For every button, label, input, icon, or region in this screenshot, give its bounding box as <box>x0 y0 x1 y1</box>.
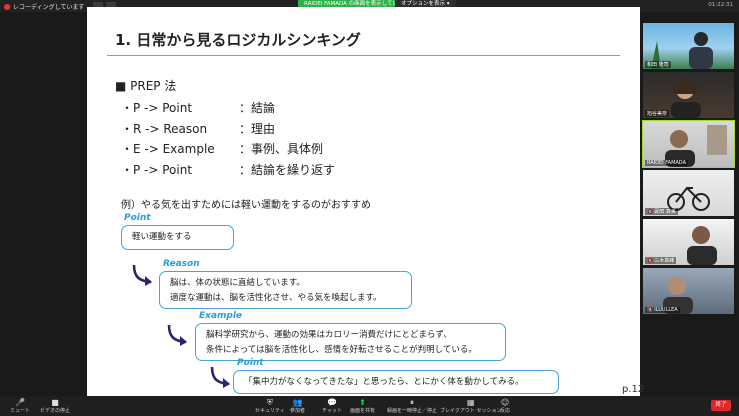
flow-arrow-icon <box>132 264 152 286</box>
flow-label-point-repeat: Point <box>237 358 264 368</box>
mute-button[interactable]: 🎤 ミュート <box>10 398 30 414</box>
shield-icon: ⛨ <box>266 397 273 407</box>
flow-box-point: 軽い運動をする <box>121 225 234 250</box>
chat-button[interactable]: 💬 チャット <box>322 398 342 414</box>
flow-box-reason: 脳は、体の状態に直結しています。 適度な運動は、脳を活性化させ、やる気を喚起しま… <box>159 271 412 309</box>
flow-box-example: 脳科学研究から、運動の効果はカロリー消費だけにとどまらず、 条件によっては脳を活… <box>195 323 506 361</box>
record-label: 録画を一時停止／停止 <box>387 408 438 414</box>
flow-label-example: Example <box>199 311 243 321</box>
title-divider <box>107 55 620 56</box>
example-title: 例）やる気を出すためには軽い運動をするのがおすすめ <box>121 200 371 211</box>
participant-tile[interactable]: 三木真峰 <box>643 219 734 265</box>
flow-label-point: Point <box>124 213 151 223</box>
breakout-grid-icon: ▦ <box>466 398 475 407</box>
video-camera-icon: ■ <box>51 398 59 407</box>
flow-text: 適度な運動は、脳を活性化させ、やる気を喚起します。 <box>170 293 382 303</box>
flow-text: 脳科学研究から、運動の効果はカロリー消費だけにとどまらず、 <box>206 330 452 340</box>
participant-tile[interactable]: ILUULLEA <box>643 268 734 314</box>
flow-text: 脳は、体の状態に直結しています。 <box>170 278 305 288</box>
flow-label-reason: Reason <box>163 259 200 269</box>
prep-term: ・P -> Point <box>121 101 193 115</box>
participant-tile[interactable]: 和田 隆司 <box>643 23 734 69</box>
record-pause-icon: ⏸ <box>410 397 414 407</box>
smiley-icon: ☺ <box>500 398 510 407</box>
participant-tile[interactable]: 武田 真美 <box>643 170 734 216</box>
stop-video-label: ビデオの停止 <box>40 408 71 414</box>
prep-term: ・R -> Reason <box>121 121 208 136</box>
participant-tile[interactable]: 旭谷美奈 <box>643 72 734 118</box>
security-label: セキュリティ <box>255 408 285 414</box>
meeting-timer: 01:22:31 <box>708 2 733 8</box>
meeting-toolbar: 🎤 ミュート ■ ビデオの停止 ⛨ セキュリティ 👥 参加者 💬 チャット ⬆ … <box>0 396 739 416</box>
chat-bubble-icon: 💬 <box>326 398 337 407</box>
prep-term: ・E -> Example <box>121 142 215 156</box>
prep-definition: ：結論 <box>239 101 276 115</box>
mute-label: ミュート <box>10 408 31 414</box>
reactions-label: 反応 <box>500 408 511 414</box>
end-meeting-button[interactable]: 終了 <box>711 400 731 411</box>
chat-label: チャット <box>322 408 342 414</box>
shared-slide: 1. 日常から見るロジカルシンキング ■ PREP 法 ・P -> Point … <box>87 7 644 396</box>
participant-name: RAIDEI FAMADA <box>645 160 688 166</box>
share-screen-button[interactable]: ⬆ 画面を共有 <box>350 398 375 414</box>
flow-text: 「集中力がなくなってきたな」と思ったら、とにかく体を動かしてみる。 <box>244 377 524 387</box>
slide-title: 1. 日常から見るロジカルシンキング <box>115 31 361 49</box>
flow-text: 条件によっては脳を活性化し、感情を好転させることが判明している。 <box>206 345 477 355</box>
participants-button[interactable]: 👥 参加者 <box>290 398 305 414</box>
flow-text: 軽い運動をする <box>132 232 192 242</box>
breakout-label: ブレイクアウト セッション <box>440 408 502 414</box>
record-controls-button[interactable]: ⏸ 録画を一時停止／停止 <box>387 397 438 415</box>
breakout-rooms-button[interactable]: ▦ ブレイクアウト セッション <box>440 398 502 414</box>
participant-name: 武田 真美 <box>645 208 678 215</box>
record-dot-icon <box>4 3 10 10</box>
participant-name: 旭谷美奈 <box>645 110 670 117</box>
prep-definition: ：事例、具体例 <box>239 142 324 156</box>
flow-box-point-repeat: 「集中力がなくなってきたな」と思ったら、とにかく体を動かしてみる。 <box>233 370 559 394</box>
participant-name: ILUULLEA <box>645 307 680 313</box>
reactions-button[interactable]: ☺ 反応 <box>500 398 510 414</box>
flow-arrow-icon <box>167 324 187 346</box>
participants-label: 参加者 <box>290 408 306 414</box>
participant-name: 三木真峰 <box>645 257 677 264</box>
recording-indicator[interactable]: レコーディングしています <box>4 2 84 11</box>
page-number: p.12 <box>622 384 645 395</box>
recording-label: レコーディングしています <box>13 4 85 11</box>
share-arrow-icon: ⬆ <box>359 398 366 407</box>
microphone-icon: 🎤 <box>15 398 25 407</box>
prep-definition: ：理由 <box>239 121 276 136</box>
people-icon: 👥 <box>292 398 303 407</box>
prep-term: ・P -> Point <box>121 162 193 177</box>
share-screen-label: 画面を共有 <box>350 408 376 414</box>
stop-video-button[interactable]: ■ ビデオの停止 <box>40 398 70 414</box>
participant-tile-active-speaker[interactable]: RAIDEI FAMADA <box>642 120 735 168</box>
prep-heading: ■ PREP 法 <box>115 79 177 93</box>
participant-name: 和田 隆司 <box>645 61 671 68</box>
flow-arrow-icon <box>210 366 230 388</box>
security-button[interactable]: ⛨ セキュリティ <box>255 397 285 415</box>
prep-definition: ：結論を繰り返す <box>239 162 336 177</box>
